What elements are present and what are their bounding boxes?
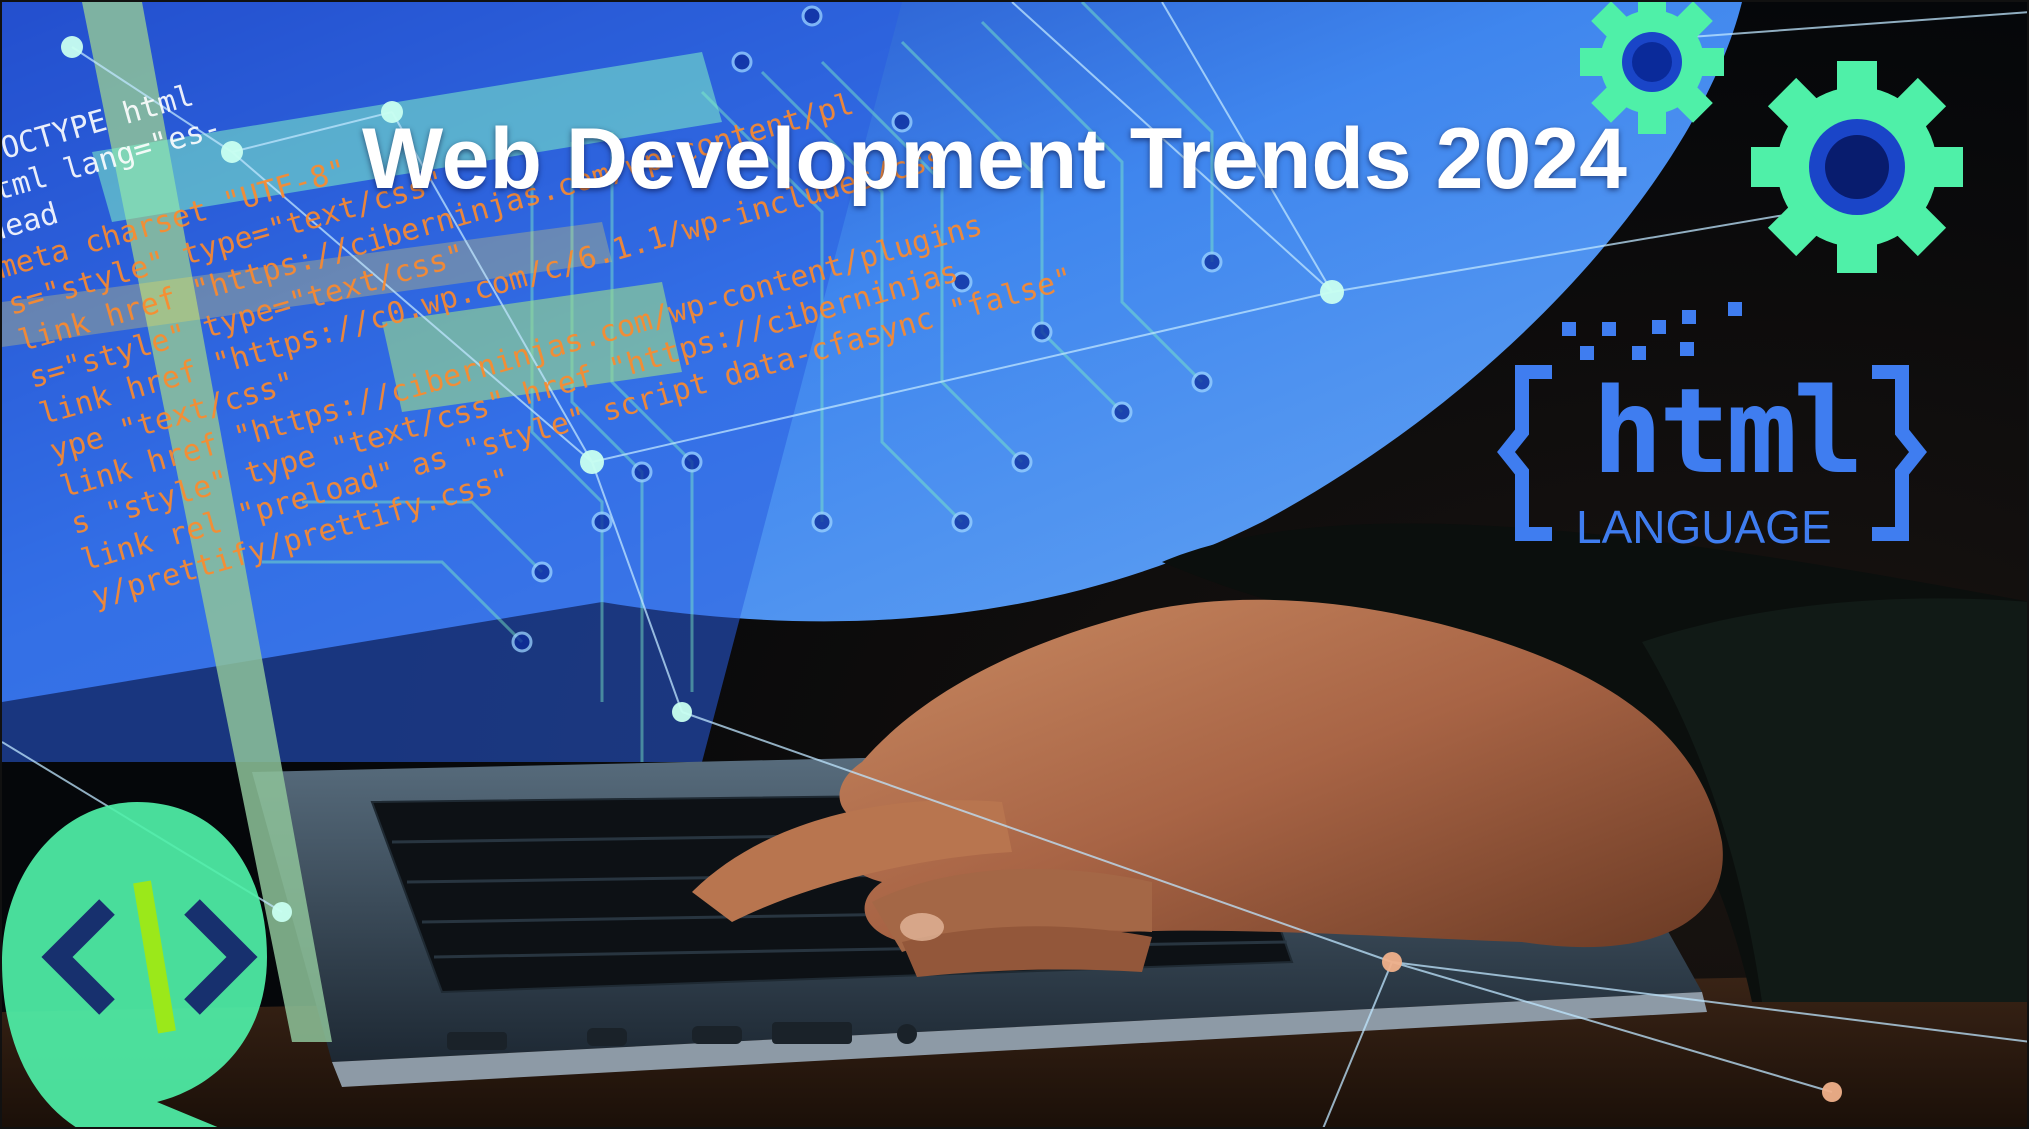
- code-brackets-icon: [2, 802, 267, 1127]
- banner-image: !DOCTYPE html html lang="es- head meta c…: [0, 0, 2029, 1129]
- banner-title: Web Development Trends 2024: [362, 111, 1627, 207]
